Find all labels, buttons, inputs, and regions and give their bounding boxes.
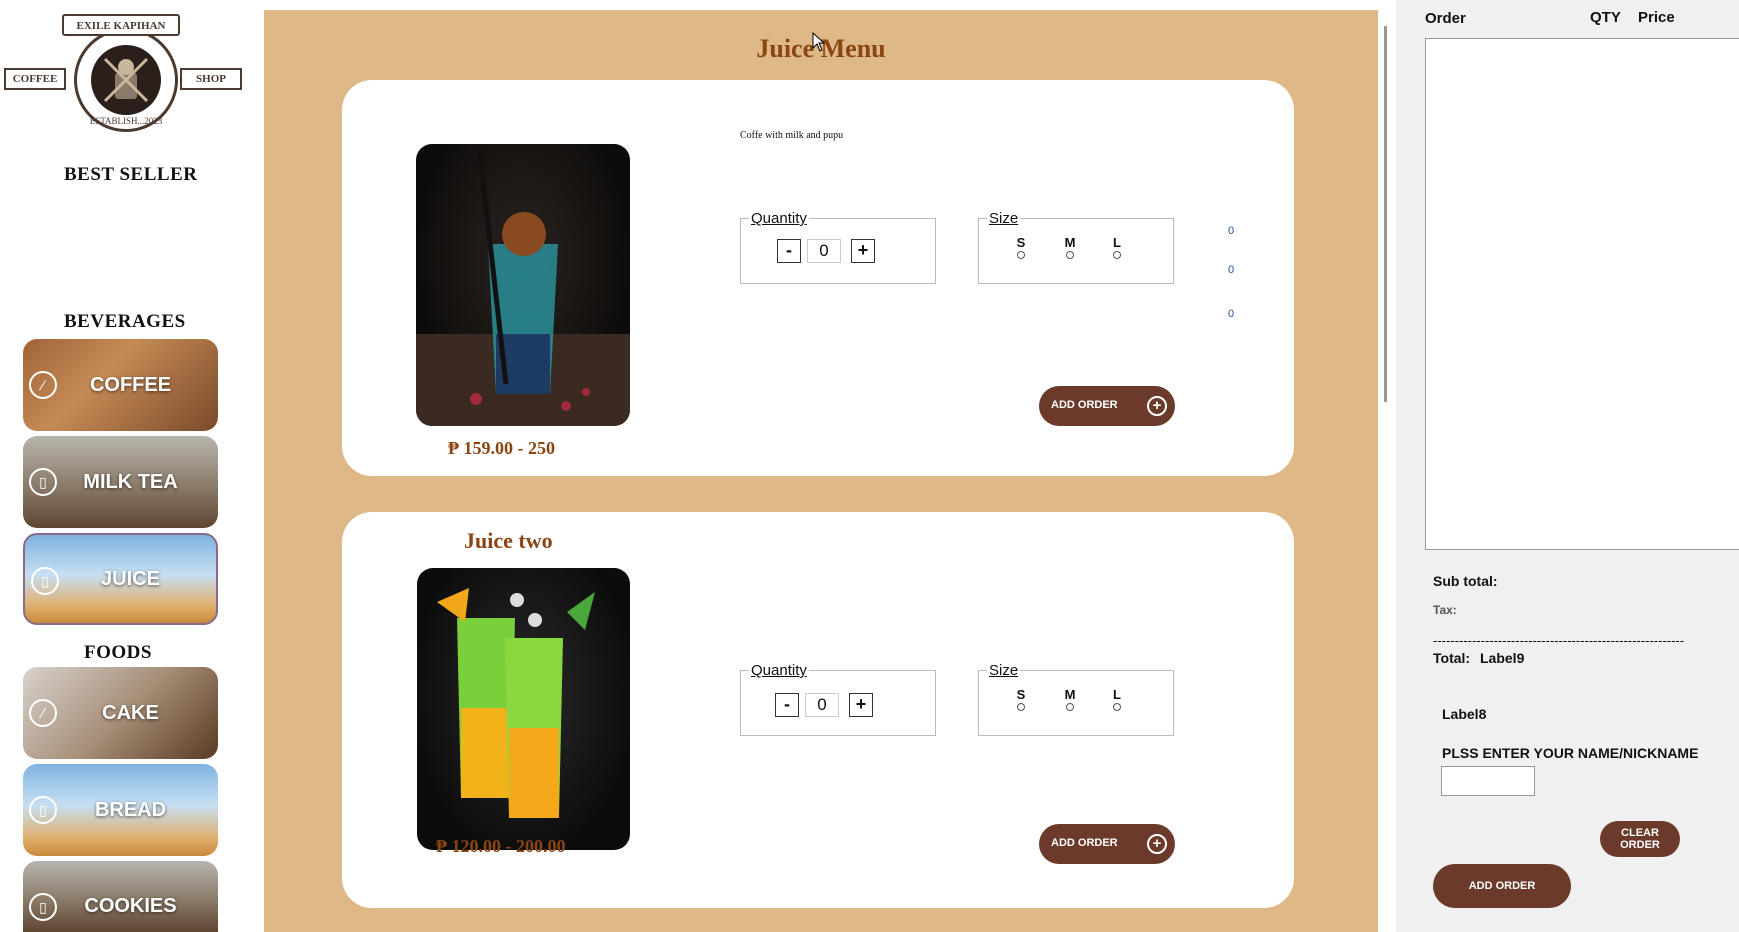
quantity-legend: Quantity bbox=[749, 662, 809, 679]
quantity-legend: Quantity bbox=[749, 210, 809, 227]
quantity-field[interactable]: 0 bbox=[807, 239, 841, 263]
scrollbar-thumb[interactable] bbox=[1384, 26, 1387, 402]
qty-column-header: QTY bbox=[1590, 9, 1621, 26]
quantity-group: Quantity - 0 + bbox=[740, 210, 936, 284]
product-image bbox=[416, 144, 630, 426]
category-milk-tea-label: MILK TEA bbox=[83, 470, 178, 493]
size-label: S bbox=[1016, 235, 1026, 250]
total-label: Total: bbox=[1433, 650, 1471, 666]
add-order-button[interactable]: ADD ORDER + bbox=[1039, 386, 1175, 426]
name-input[interactable] bbox=[1441, 766, 1535, 796]
size-legend: Size bbox=[987, 210, 1021, 227]
category-milk-tea-button[interactable]: ▯ MILK TEA bbox=[23, 436, 218, 528]
size-label: M bbox=[1064, 687, 1076, 702]
plus-circle-icon: + bbox=[1147, 834, 1167, 854]
beverages-heading: BEVERAGES bbox=[64, 311, 186, 332]
size-legend: Size bbox=[987, 662, 1021, 679]
clear-order-button[interactable]: CLEAR ORDER bbox=[1600, 821, 1680, 857]
product-card: ₱ 159.00 - 250 Coffe with milk and pupu … bbox=[342, 80, 1294, 476]
best-seller-heading: BEST SELLER bbox=[64, 164, 198, 185]
size-group: Size S M L bbox=[978, 662, 1174, 736]
quantity-increment-button[interactable]: + bbox=[851, 239, 875, 263]
category-cake-label: CAKE bbox=[102, 701, 159, 724]
radio-button[interactable] bbox=[1113, 251, 1121, 259]
quantity-decrement-button[interactable]: - bbox=[775, 693, 799, 717]
total-divider: ----------------------------------------… bbox=[1433, 633, 1685, 648]
product-description: Coffe with milk and pupu bbox=[740, 130, 844, 141]
shop-logo: EXILE KAPIHAN COFFEE SHOP ESTABLISH...20… bbox=[2, 10, 242, 138]
product-price: ₱ 159.00 - 250 bbox=[448, 438, 555, 458]
category-cookies-button[interactable]: ▯ COOKIES bbox=[23, 861, 218, 932]
total-value: Label9 bbox=[1480, 650, 1525, 666]
size-option-l[interactable]: L bbox=[1107, 687, 1127, 711]
logo-establish-text: ESTABLISH...2023 bbox=[89, 116, 163, 126]
radio-button[interactable] bbox=[1113, 703, 1121, 711]
product-price: ₱ 120.00 - 200.00 bbox=[436, 836, 566, 856]
size-label: S bbox=[1016, 687, 1026, 702]
quantity-field[interactable]: 0 bbox=[805, 693, 839, 717]
category-bread-button[interactable]: ▯ BREAD bbox=[23, 764, 218, 856]
plus-circle-icon: + bbox=[1147, 396, 1167, 416]
size-label: L bbox=[1113, 235, 1121, 250]
quantity-increment-button[interactable]: + bbox=[849, 693, 873, 717]
add-order-button[interactable]: ADD ORDER + bbox=[1039, 824, 1175, 864]
menu-panel: Juice Menu ₱ 159.00 - 250 Coffe with mil… bbox=[264, 10, 1378, 932]
size-option-l[interactable]: L bbox=[1107, 235, 1127, 259]
product-card: Juice two ₱ 120.00 - 200.00 Quantity - 0… bbox=[342, 512, 1294, 908]
product-name: Juice two bbox=[464, 528, 553, 553]
category-coffee-button[interactable]: ∕ COFFEE bbox=[23, 339, 218, 431]
logo-top-ribbon: EXILE KAPIHAN bbox=[62, 14, 180, 36]
name-prompt-label: PLSS ENTER YOUR NAME/NICKNAME bbox=[1442, 745, 1699, 761]
size-option-s[interactable]: S bbox=[1011, 687, 1031, 711]
label8: Label8 bbox=[1442, 706, 1487, 722]
category-coffee-label: COFFEE bbox=[89, 373, 172, 396]
add-order-label: ADD ORDER bbox=[1051, 399, 1118, 411]
size-option-s[interactable]: S bbox=[1011, 235, 1031, 259]
menu-scrollbar[interactable] bbox=[1378, 10, 1396, 932]
radio-button[interactable] bbox=[1017, 251, 1025, 259]
radio-button[interactable] bbox=[1066, 251, 1074, 259]
size-s-price: 0 bbox=[1228, 225, 1235, 237]
size-option-m[interactable]: M bbox=[1060, 235, 1080, 259]
category-cake-button[interactable]: ∕ CAKE bbox=[23, 667, 218, 759]
logo-left-ribbon: COFFEE bbox=[4, 68, 66, 90]
coffee-grinder-icon bbox=[91, 45, 161, 115]
category-juice-button[interactable]: ▯ JUICE bbox=[23, 533, 218, 625]
category-juice-label: JUICE bbox=[101, 567, 160, 590]
category-bread-label: BREAD bbox=[94, 798, 167, 821]
order-column-header: Order bbox=[1425, 10, 1466, 27]
size-group: Size S M L bbox=[978, 210, 1174, 284]
submit-order-button[interactable]: ADD ORDER bbox=[1433, 864, 1571, 908]
size-label: M bbox=[1064, 235, 1076, 250]
size-m-price: 0 bbox=[1228, 264, 1235, 276]
logo-right-ribbon: SHOP bbox=[180, 68, 242, 90]
radio-button[interactable] bbox=[1066, 703, 1074, 711]
quantity-decrement-button[interactable]: - bbox=[777, 239, 801, 263]
foods-heading: FOODS bbox=[84, 642, 152, 663]
order-panel: Order QTY Price Sub total: Tax: --------… bbox=[1396, 0, 1739, 932]
order-list[interactable] bbox=[1425, 38, 1739, 550]
category-cookies-label: COOKIES bbox=[84, 895, 177, 917]
radio-button[interactable] bbox=[1017, 703, 1025, 711]
product-image bbox=[417, 568, 630, 850]
size-l-price: 0 bbox=[1228, 308, 1235, 320]
quantity-group: Quantity - 0 + bbox=[740, 662, 936, 736]
size-option-m[interactable]: M bbox=[1060, 687, 1080, 711]
subtotal-label: Sub total: bbox=[1433, 573, 1498, 589]
price-column-header: Price bbox=[1638, 9, 1675, 26]
tax-label: Tax: bbox=[1433, 603, 1457, 617]
size-label: L bbox=[1113, 687, 1121, 702]
sidebar: EXILE KAPIHAN COFFEE SHOP ESTABLISH...20… bbox=[0, 0, 262, 932]
add-order-label: ADD ORDER bbox=[1051, 837, 1118, 849]
